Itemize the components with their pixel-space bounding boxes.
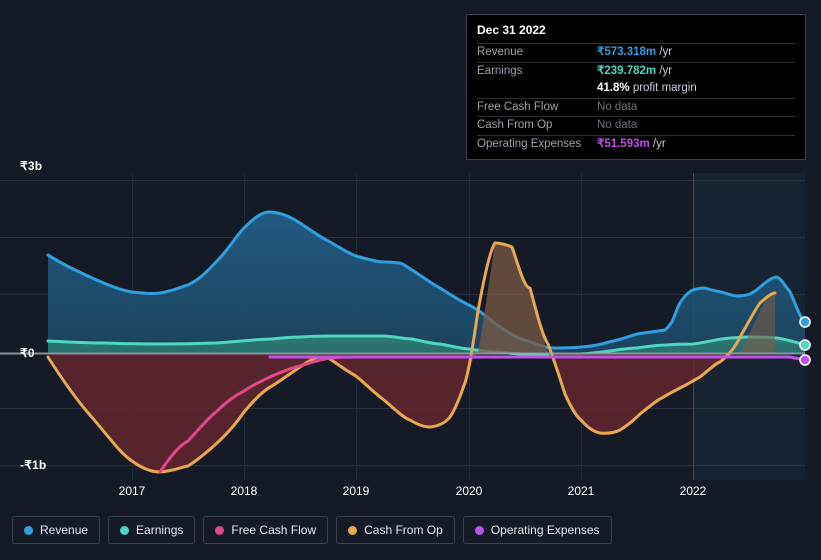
y-tick-label-zero: ₹0: [20, 346, 35, 360]
tooltip-value-free-cash-flow: No data: [597, 100, 638, 113]
legend-item-free-cash-flow[interactable]: Free Cash Flow: [203, 516, 329, 544]
x-tick-label-2022: 2022: [679, 484, 707, 498]
legend-dot-free-cash-flow-icon: [215, 525, 225, 535]
tooltip-value-cash-from-op: No data: [597, 119, 638, 131]
tooltip-value-profit-margin: 41.8% profit margin: [597, 80, 697, 98]
tooltip-date: Dec 31 2022: [477, 23, 546, 37]
tooltip-label-earnings: Earnings: [477, 64, 523, 77]
legend-item-cash-from-op[interactable]: Cash From Op: [336, 516, 455, 544]
financial-chart: ₹3b ₹0 -₹1b 2017 2018 2019 2020 2021 202…: [0, 0, 821, 560]
legend-dot-revenue-icon: [24, 525, 33, 535]
x-tick-label-2018: 2018: [230, 484, 258, 498]
legend-item-earnings[interactable]: Earnings: [108, 516, 196, 544]
data-tooltip: Dec 31 2022 Revenue ₹573.318m /yr Earnin…: [466, 14, 806, 160]
tooltip-label-revenue: Revenue: [477, 46, 524, 58]
plot-area: [0, 160, 821, 480]
legend-dot-operating-expenses-icon: [474, 525, 484, 535]
tooltip-label-cash-from-op: Cash From Op: [477, 119, 553, 131]
tooltip-label-operating-expenses: Operating Expenses: [477, 137, 582, 150]
legend-item-operating-expenses[interactable]: Operating Expenses: [462, 516, 612, 544]
chart-legend: Revenue Earnings Free Cash Flow Cash Fro…: [12, 516, 612, 544]
legend-label-earnings: Earnings: [136, 523, 184, 537]
tooltip-unit-profit-margin: profit margin: [632, 82, 697, 94]
earnings-endpoint-dot[interactable]: [799, 339, 811, 351]
revenue-area: [48, 212, 805, 353]
legend-label-operating-expenses: Operating Expenses: [490, 523, 600, 537]
cash-from-op-negative-area: [48, 353, 478, 472]
tooltip-amount-operating-expenses: ₹51.593m: [597, 137, 650, 150]
y-tick-label-bottom: -₹1b: [20, 458, 47, 472]
x-tick-label-2021: 2021: [567, 484, 595, 498]
tooltip-amount-profit-margin: 41.8%: [597, 82, 630, 94]
tooltip-row-cash-from-op: Cash From Op No data: [477, 116, 795, 135]
legend-label-free-cash-flow: Free Cash Flow: [231, 523, 317, 537]
x-tick-label-2020: 2020: [455, 484, 483, 498]
tooltip-unit-earnings: /yr: [659, 64, 673, 77]
tooltip-row-earnings: Earnings ₹239.782m /yr: [477, 61, 795, 81]
tooltip-amount-revenue: ₹573.318m: [597, 46, 657, 58]
legend-label-revenue: Revenue: [40, 523, 89, 537]
tooltip-row-operating-expenses: Operating Expenses ₹51.593m /yr: [477, 134, 795, 154]
revenue-endpoint-dot[interactable]: [799, 316, 811, 328]
operating-expenses-endpoint-dot[interactable]: [799, 354, 811, 366]
legend-label-cash-from-op: Cash From Op: [364, 523, 443, 537]
tooltip-unit-operating-expenses: /yr: [652, 137, 666, 150]
y-tick-label-top: ₹3b: [20, 159, 43, 173]
tooltip-row-profit-margin: 41.8% profit margin: [477, 80, 795, 98]
tooltip-value-operating-expenses: ₹51.593m /yr: [597, 136, 666, 154]
x-tick-label-2017: 2017: [118, 484, 146, 498]
tooltip-row-free-cash-flow: Free Cash Flow No data: [477, 97, 795, 117]
tooltip-row-revenue: Revenue ₹573.318m /yr: [477, 43, 795, 62]
tooltip-label-free-cash-flow: Free Cash Flow: [477, 100, 559, 113]
legend-dot-earnings-icon: [120, 525, 130, 535]
x-tick-label-2019: 2019: [342, 484, 370, 498]
tooltip-unit-revenue: /yr: [659, 46, 673, 58]
tooltip-value-earnings: ₹239.782m /yr: [597, 63, 672, 81]
tooltip-value-revenue: ₹573.318m /yr: [597, 44, 672, 62]
legend-item-revenue[interactable]: Revenue: [12, 516, 101, 544]
plot-svg: [0, 173, 811, 480]
legend-dot-cash-from-op-icon: [348, 525, 358, 535]
tooltip-amount-earnings: ₹239.782m: [597, 64, 657, 77]
